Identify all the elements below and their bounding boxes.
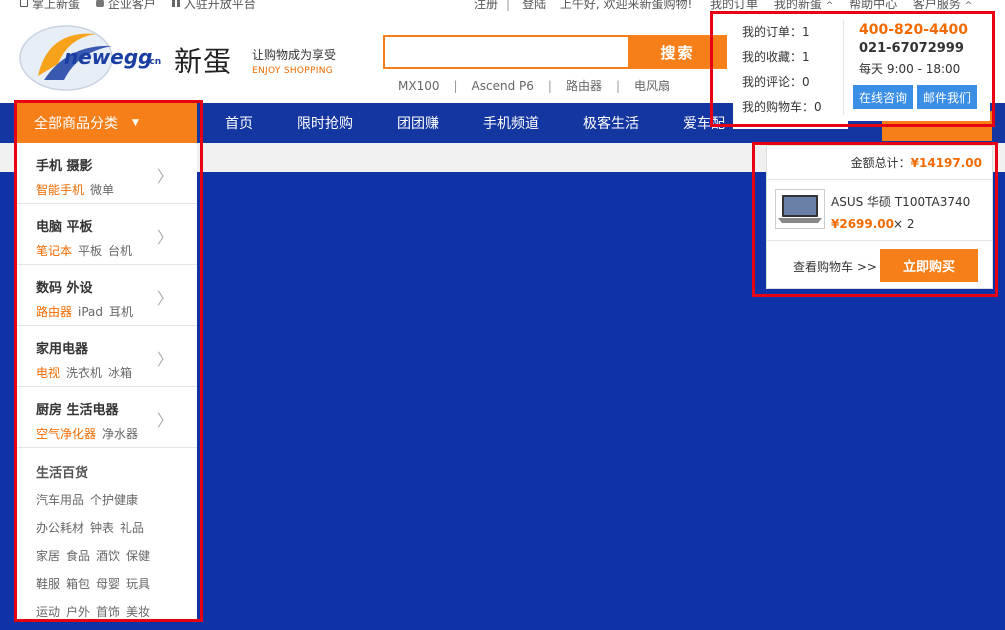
chevron-up-icon: ^: [964, 1, 973, 11]
slogan: 让购物成为享受: [252, 48, 337, 62]
highlight-box-cart: [752, 142, 998, 297]
open-platform-link[interactable]: 入驻开放平台: [171, 0, 256, 11]
nav-home[interactable]: 首页: [225, 113, 253, 133]
grid-icon: [171, 0, 180, 7]
hotword-link[interactable]: 电风扇: [634, 79, 670, 93]
login-link[interactable]: 登陆: [522, 0, 546, 11]
hotword-link[interactable]: 路由器: [566, 79, 602, 93]
hot-search-words: MX100 | Ascend P6 | 路由器 | 电风扇: [398, 79, 671, 93]
logo-suffix: .cn: [146, 57, 161, 67]
hotword-link[interactable]: Ascend P6: [472, 79, 534, 93]
phone-icon: [20, 0, 28, 7]
nav-geek-life[interactable]: 极客生活: [583, 113, 639, 133]
newegg-logo-graphic: newegg .cn: [19, 25, 161, 91]
enterprise-link[interactable]: 企业客户: [95, 0, 156, 11]
mobile-link[interactable]: 掌上新蛋: [20, 0, 80, 11]
customer-service-link[interactable]: 客户服务 ^: [913, 0, 972, 11]
chevron-up-icon: ^: [825, 1, 834, 11]
help-center-link[interactable]: 帮助中心: [849, 0, 897, 11]
slogan-en: ENJOY SHOPPING: [252, 66, 334, 76]
nav-mobile-channel[interactable]: 手机频道: [483, 113, 539, 133]
greeting-text: 上午好, 欢迎来新蛋购物!: [559, 0, 693, 11]
nav-group-buy[interactable]: 团团赚: [397, 113, 439, 133]
highlight-box-account: [710, 11, 995, 127]
nav-flash-sale[interactable]: 限时抢购: [297, 113, 353, 133]
hotword-link[interactable]: MX100: [398, 79, 439, 93]
user-icon: [95, 0, 104, 7]
logo-wordmark: newegg: [64, 45, 152, 69]
search-input[interactable]: [383, 35, 629, 69]
my-orders-link[interactable]: 我的订单: [710, 0, 758, 11]
my-newegg-link[interactable]: 我的新蛋 ^: [774, 0, 833, 11]
brand-cn: 新蛋: [174, 45, 233, 78]
register-link[interactable]: 注册: [474, 0, 498, 11]
newegg-logo[interactable]: newegg .cn: [18, 24, 168, 92]
highlight-box-categories: [14, 100, 203, 622]
